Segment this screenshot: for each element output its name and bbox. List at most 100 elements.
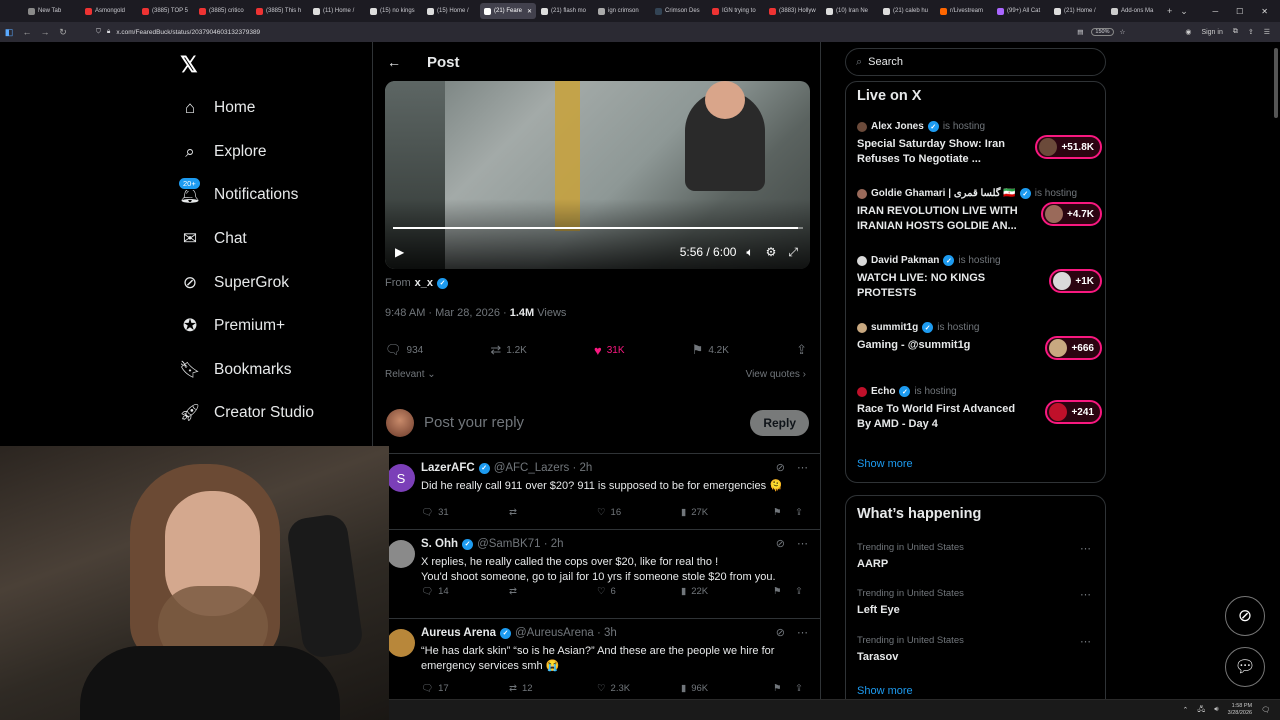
account-icon[interactable]: ◉: [1185, 28, 1191, 36]
browser-tab[interactable]: (99+) All Cat: [993, 3, 1049, 19]
live-host-name[interactable]: David Pakman: [871, 255, 939, 266]
nav-supergrok[interactable]: ⊘ SuperGrok: [180, 270, 289, 296]
live-host-name[interactable]: Echo: [871, 386, 895, 397]
live-title[interactable]: Gaming - @summit1g: [857, 338, 1022, 353]
messages-button[interactable]: 💬︎: [1225, 647, 1265, 687]
reply-comment-action[interactable]: 🗨︎ 14: [421, 586, 509, 597]
reply-like-action[interactable]: ♡ 2.3K: [597, 683, 681, 694]
more-options-icon[interactable]: ⋯: [1080, 542, 1091, 555]
reply-bookmark-action[interactable]: ⚑: [773, 507, 795, 518]
volume-icon[interactable]: 🔊︎: [1214, 706, 1218, 714]
reply-views-action[interactable]: ▮ 22K: [681, 586, 773, 597]
close-window-icon[interactable]: ✕: [1261, 7, 1268, 16]
browser-tab[interactable]: IGN trying to: [708, 3, 764, 19]
browser-tab[interactable]: (3885) TOP 5: [138, 3, 194, 19]
live-listener-pill[interactable]: +51.8K: [1035, 135, 1102, 159]
reply-input[interactable]: Post your reply: [424, 414, 750, 431]
search-input[interactable]: ⌕ Search: [845, 48, 1106, 76]
clock[interactable]: 1:58 PM 3/28/2026: [1228, 703, 1252, 717]
reply-comment-action[interactable]: 🗨︎ 17: [421, 683, 509, 694]
browser-tab[interactable]: (3885) This h: [252, 3, 308, 19]
shield-icon[interactable]: ⛉: [96, 28, 101, 36]
nav-explore[interactable]: ⌕ Explore: [180, 139, 266, 165]
live-item[interactable]: summit1g ✓ is hosting Gaming - @summit1g +66…: [857, 322, 1102, 360]
video-progress-bar[interactable]: [393, 227, 803, 229]
reply-item[interactable]: S LazerAFC ✓ @AFC_Lazers · 2h ⊘ ⋯ Did he reall…: [373, 454, 820, 530]
page-scrollbar[interactable]: [1274, 48, 1278, 118]
browser-tab[interactable]: (11) Home /: [309, 3, 365, 19]
x-logo-icon[interactable]: 𝕏: [180, 52, 198, 78]
maximize-icon[interactable]: ☐: [1236, 7, 1243, 16]
grok-icon[interactable]: ⊘: [776, 626, 785, 639]
browser-tab[interactable]: ign crimson: [594, 3, 650, 19]
extensions-icon[interactable]: ⧉: [1233, 28, 1238, 36]
tray-chevron-icon[interactable]: ⌃: [1183, 706, 1189, 714]
avatar[interactable]: S: [387, 464, 415, 492]
nav-home[interactable]: ⌂ Home: [180, 95, 256, 121]
like-action[interactable]: ♥ 31K: [594, 342, 625, 358]
browser-tab[interactable]: (21) Home /: [1050, 3, 1106, 19]
reply-share-action[interactable]: ⇪: [795, 683, 803, 694]
more-options-icon[interactable]: ⋯: [797, 461, 808, 474]
zoom-level[interactable]: 150%: [1091, 28, 1114, 36]
grok-button[interactable]: ⊘: [1225, 596, 1265, 636]
menu-icon[interactable]: ☰: [1264, 28, 1270, 36]
reply-repost-action[interactable]: ⇄: [509, 507, 597, 518]
browser-tab[interactable]: (10) Iran Ne: [822, 3, 878, 19]
reply-handle[interactable]: @SamBK71 · 2h: [477, 538, 563, 550]
grok-icon[interactable]: ⊘: [776, 461, 785, 474]
browser-tab[interactable]: (15) no kings: [366, 3, 422, 19]
reply-repost-action[interactable]: ⇄: [509, 586, 597, 597]
live-title[interactable]: Race To World First Advanced By AMD - Da…: [857, 402, 1022, 432]
nav-notifications[interactable]: 🔔︎ 20+ Notifications: [178, 177, 298, 208]
network-icon[interactable]: 🖧︎: [1197, 705, 1205, 716]
bookmark-star-icon[interactable]: ☆: [1120, 28, 1126, 36]
more-options-icon[interactable]: ⋯: [797, 626, 808, 639]
live-item[interactable]: David Pakman ✓ is hosting WATCH LIVE: NO KI…: [857, 255, 1102, 301]
browser-tab[interactable]: (3883) Hollyw: [765, 3, 821, 19]
nav-creator-studio[interactable]: 🚀︎ Creator Studio: [179, 400, 314, 426]
reply-bookmark-action[interactable]: ⚑: [773, 683, 795, 694]
browser-tab[interactable]: (3885) critico: [195, 3, 251, 19]
nav-bookmarks[interactable]: 🔖︎ Bookmarks: [179, 357, 291, 383]
share-action[interactable]: ⇪: [796, 342, 807, 358]
browser-tab[interactable]: Crimson Des: [651, 3, 707, 19]
live-title[interactable]: Special Saturday Show: Iran Refuses To N…: [857, 137, 1022, 167]
reply-action[interactable]: 🗨︎ 934: [385, 342, 423, 358]
live-item[interactable]: Alex Jones ✓ is hosting Special Saturday Sh…: [857, 121, 1102, 167]
tab-list-icon[interactable]: ⌄: [1180, 6, 1188, 17]
sort-relevant-dropdown[interactable]: Relevant ⌄: [385, 369, 436, 380]
reply-bookmark-action[interactable]: ⚑: [773, 586, 795, 597]
reply-views-action[interactable]: ▮ 96K: [681, 683, 773, 694]
sign-in-label[interactable]: Sign in: [1201, 29, 1222, 36]
reply-like-action[interactable]: ♡ 16: [597, 507, 681, 518]
reply-button[interactable]: Reply: [750, 409, 809, 436]
reply-handle[interactable]: @AureusArena · 3h: [515, 627, 617, 639]
reply-like-action[interactable]: ♡ 6: [597, 586, 681, 597]
live-item[interactable]: Echo ✓ is hosting Race To World First Advan…: [857, 386, 1102, 432]
nav-chat[interactable]: ✉ Chat: [180, 226, 247, 252]
live-host-name[interactable]: summit1g: [871, 322, 918, 333]
reply-share-action[interactable]: ⇪: [795, 586, 803, 597]
more-options-icon[interactable]: ⋯: [797, 537, 808, 550]
live-host-name[interactable]: Alex Jones: [871, 121, 924, 132]
grok-icon[interactable]: ⊘: [776, 537, 785, 550]
avatar[interactable]: [387, 629, 415, 657]
play-icon[interactable]: ▶: [395, 245, 404, 259]
reply-author[interactable]: Aureus Arena: [421, 627, 496, 639]
reply-author[interactable]: S. Ohh: [421, 538, 458, 550]
browser-tab[interactable]: Asmongold: [81, 3, 137, 19]
live-listener-pill[interactable]: +666: [1045, 336, 1102, 360]
reply-handle[interactable]: @AFC_Lazers · 2h: [494, 462, 593, 474]
reply-author[interactable]: LazerAFC: [421, 462, 475, 474]
volume-icon[interactable]: 🔈︎: [746, 245, 753, 260]
minimize-icon[interactable]: ─: [1212, 7, 1218, 16]
reply-item[interactable]: Aureus Arena ✓ @AureusArena · 3h ⊘ ⋯ “He has …: [373, 619, 820, 709]
reader-view-icon[interactable]: ▤: [1077, 28, 1083, 36]
live-title[interactable]: IRAN REVOLUTION LIVE WITH IRANIAN HOSTS …: [857, 204, 1022, 234]
view-quotes-link[interactable]: View quotes ›: [746, 369, 806, 380]
notification-center-icon[interactable]: 🗨︎: [1261, 706, 1270, 714]
repost-action[interactable]: ⇄ 1.2K: [490, 342, 526, 358]
from-user-link[interactable]: x_x: [415, 277, 433, 289]
live-listener-pill[interactable]: +1K: [1049, 269, 1102, 293]
